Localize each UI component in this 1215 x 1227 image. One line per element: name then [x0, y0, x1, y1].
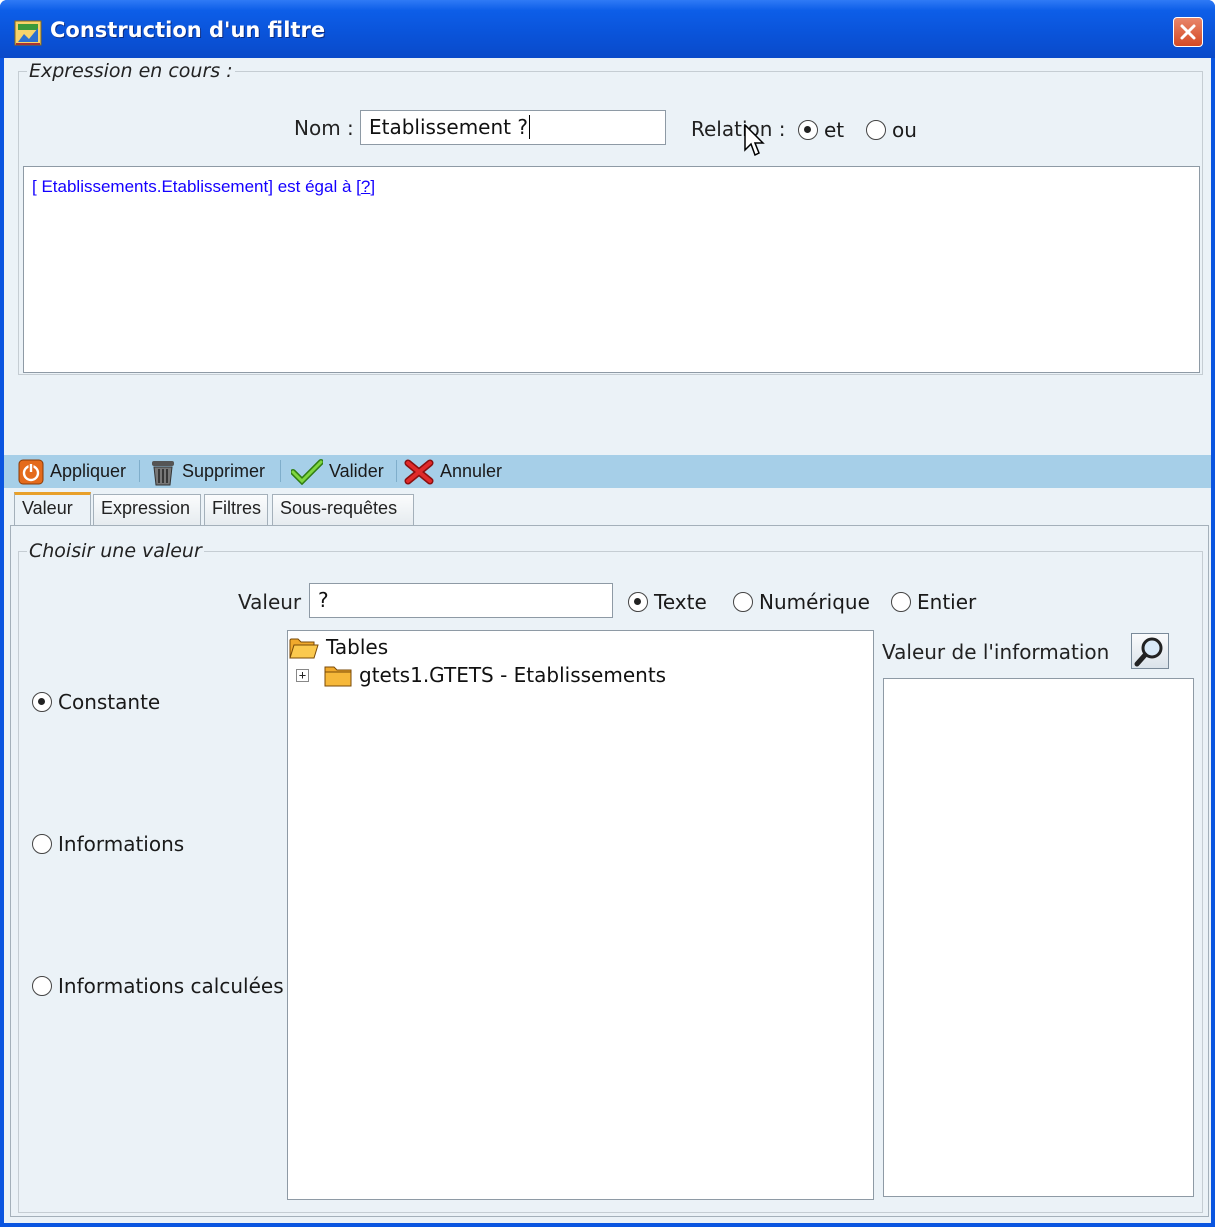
type-radio-entier[interactable]: Entier — [891, 590, 976, 614]
info-value-label: Valeur de l'information — [882, 640, 1110, 664]
value-input[interactable]: ? — [309, 583, 613, 618]
radio-unselected-icon — [32, 976, 52, 996]
value-input-value: ? — [318, 588, 329, 612]
radio-unselected-icon — [32, 834, 52, 854]
tree-root-label: Tables — [326, 635, 389, 659]
tab-expression-label: Expression — [101, 498, 191, 518]
tab-valeur[interactable]: Valeur — [14, 492, 91, 526]
tab-filtres-label: Filtres — [212, 498, 261, 518]
trash-icon — [152, 460, 174, 485]
checkmark-icon — [291, 458, 323, 485]
value-group-legend: Choisir une valeur — [29, 540, 202, 562]
tab-sous-requetes[interactable]: Sous-requêtes — [272, 494, 414, 526]
app-icon — [14, 20, 42, 46]
source-radio-constante[interactable]: Constante — [32, 690, 160, 714]
source-radio-constante-label: Constante — [58, 690, 161, 714]
radio-unselected-icon — [733, 592, 753, 612]
expression-textarea[interactable]: [ Etablissements.Etablissement] est égal… — [23, 166, 1200, 373]
type-radio-entier-label: Entier — [917, 590, 977, 614]
name-label: Nom : — [294, 116, 354, 140]
dialog-body: Expression en cours : Nom : Etablissemen… — [4, 58, 1211, 1223]
magnifier-icon — [1134, 637, 1163, 667]
expression-field-link[interactable]: Etablissements.Etablissement — [41, 177, 268, 196]
type-radio-texte-label: Texte — [654, 590, 707, 614]
action-toolbar: Appliquer Supprimer Valider Annuler — [4, 455, 1211, 488]
toolbar-separator — [396, 460, 397, 482]
relation-radio-ou[interactable]: ou — [866, 118, 917, 142]
radio-unselected-icon — [866, 120, 886, 140]
close-icon — [1180, 24, 1196, 40]
open-folder-icon — [289, 638, 319, 659]
type-radio-numerique[interactable]: Numérique — [733, 590, 870, 614]
info-search-button[interactable] — [1131, 633, 1169, 669]
radio-selected-icon — [798, 120, 818, 140]
tables-tree[interactable]: Tables + gtets1.GTETS - Etablissements — [287, 630, 874, 1200]
apply-button[interactable]: Appliquer — [18, 457, 126, 486]
tree-node-gtets1[interactable]: + gtets1.GTETS - Etablissements — [296, 662, 666, 688]
tab-strip: Valeur Expression Filtres Sous-requêtes — [4, 490, 1211, 526]
window-title: Construction d'un filtre — [50, 18, 326, 42]
toolbar-separator — [139, 460, 140, 482]
mouse-pointer-icon — [744, 124, 765, 157]
expression-value-link[interactable]: ? — [361, 177, 370, 196]
validate-button[interactable]: Valider — [291, 457, 384, 486]
source-radio-informations[interactable]: Informations — [32, 832, 184, 856]
delete-button[interactable]: Supprimer — [150, 457, 265, 486]
dialog-window: Construction d'un filtre Expression en c… — [0, 0, 1215, 1227]
cross-icon — [404, 459, 434, 484]
apply-button-label: Appliquer — [50, 461, 127, 481]
value-label: Valeur — [238, 590, 302, 614]
tab-filtres[interactable]: Filtres — [204, 494, 268, 526]
info-value-list[interactable] — [883, 678, 1194, 1197]
name-input[interactable]: Etablissement ? — [360, 110, 666, 145]
radio-selected-icon — [32, 692, 52, 712]
tab-valeur-label: Valeur — [22, 498, 73, 518]
relation-radio-et-label: et — [824, 118, 845, 142]
cancel-button-label: Annuler — [440, 461, 503, 481]
name-input-value: Etablissement ? — [369, 115, 528, 139]
delete-button-label: Supprimer — [182, 461, 266, 481]
validate-button-label: Valider — [329, 461, 384, 481]
expression-text: [ Etablissements.Etablissement] est égal… — [32, 177, 375, 197]
tree-node-gtets1-label: gtets1.GTETS - Etablissements — [359, 663, 667, 687]
expression-group-legend: Expression en cours : — [29, 60, 233, 82]
title-bar[interactable]: Construction d'un filtre — [0, 0, 1215, 58]
source-radio-informations-label: Informations — [58, 832, 185, 856]
toolbar-separator — [280, 460, 281, 482]
source-radio-informations-calculees[interactable]: Informations calculées — [32, 974, 284, 998]
source-radio-informations-calculees-label: Informations calculées — [58, 974, 284, 998]
tab-expression[interactable]: Expression — [93, 494, 201, 526]
type-radio-texte[interactable]: Texte — [628, 590, 707, 614]
tree-root-tables[interactable]: Tables — [288, 634, 388, 660]
folder-icon — [324, 666, 352, 687]
close-button[interactable] — [1173, 17, 1203, 47]
radio-selected-icon — [628, 592, 648, 612]
cancel-button[interactable]: Annuler — [404, 457, 502, 486]
power-icon — [18, 459, 44, 484]
expression-value-close: ] — [370, 177, 376, 196]
expand-plus-icon[interactable]: + — [296, 668, 309, 682]
type-radio-numerique-label: Numérique — [759, 590, 870, 614]
expression-operator[interactable]: est égal à — [273, 177, 356, 196]
tab-sous-requetes-label: Sous-requêtes — [280, 498, 398, 518]
radio-unselected-icon — [891, 592, 911, 612]
relation-radio-ou-label: ou — [892, 118, 917, 142]
relation-radio-et[interactable]: et — [798, 118, 844, 142]
relation-label: Relation : — [691, 117, 786, 141]
